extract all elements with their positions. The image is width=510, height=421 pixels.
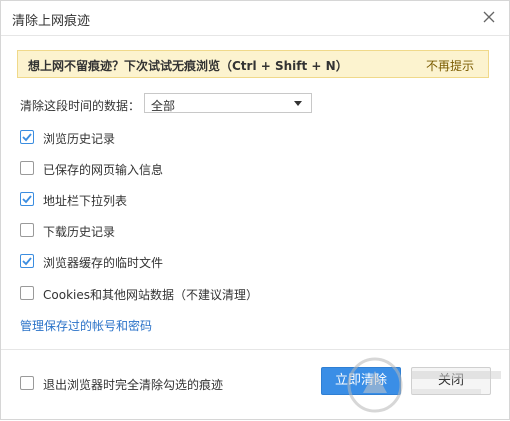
option-label: 退出浏览器时完全清除勾选的痕迹 [43,378,224,392]
time-range-select[interactable]: 全部 [144,93,312,113]
option-label: 已保存的网页输入信息 [43,163,164,177]
dialog-title: 清除上网痕迹 [12,14,91,29]
checkbox-browsing-history[interactable] [20,130,34,144]
option-label: 浏览器缓存的临时文件 [43,256,164,270]
close-icon[interactable] [479,7,499,27]
checkbox-download-history[interactable] [20,223,34,237]
checkbox-cookies[interactable] [20,286,34,300]
time-range-label: 清除这段时间的数据： [20,99,141,113]
option-label: 下载历史记录 [43,225,116,239]
manage-saved-accounts-link[interactable]: 管理保存过的帐号和密码 [20,317,152,334]
dont-show-again-link[interactable]: 不再提示 [426,57,474,74]
close-button[interactable]: 关闭 [411,367,491,395]
checkbox-address-bar-dropdown[interactable] [20,192,34,206]
option-label: 地址栏下拉列表 [43,194,128,208]
checkbox-saved-form-data[interactable] [20,161,34,175]
checkbox-cached-temp-files[interactable] [20,254,34,268]
title-divider [1,35,509,36]
chevron-down-icon [294,101,302,106]
tip-text: 想上网不留痕迹？下次试试无痕浏览（Ctrl + Shift + N） [28,59,348,73]
footer-divider [1,349,509,350]
clear-now-button[interactable]: 立即清除 [321,367,401,395]
checkbox-clear-on-exit[interactable] [20,376,34,390]
dialog-titlebar: 清除上网痕迹 [1,1,509,35]
clear-history-dialog: 清除上网痕迹 想上网不留痕迹？下次试试无痕浏览（Ctrl + Shift + N… [0,0,510,420]
time-range-value: 全部 [151,99,176,113]
option-label: 浏览历史记录 [43,132,116,146]
incognito-tip-banner: 想上网不留痕迹？下次试试无痕浏览（Ctrl + Shift + N） 不再提示 [17,50,489,78]
option-label: Cookies和其他网站数据（不建议清理） [43,288,258,302]
